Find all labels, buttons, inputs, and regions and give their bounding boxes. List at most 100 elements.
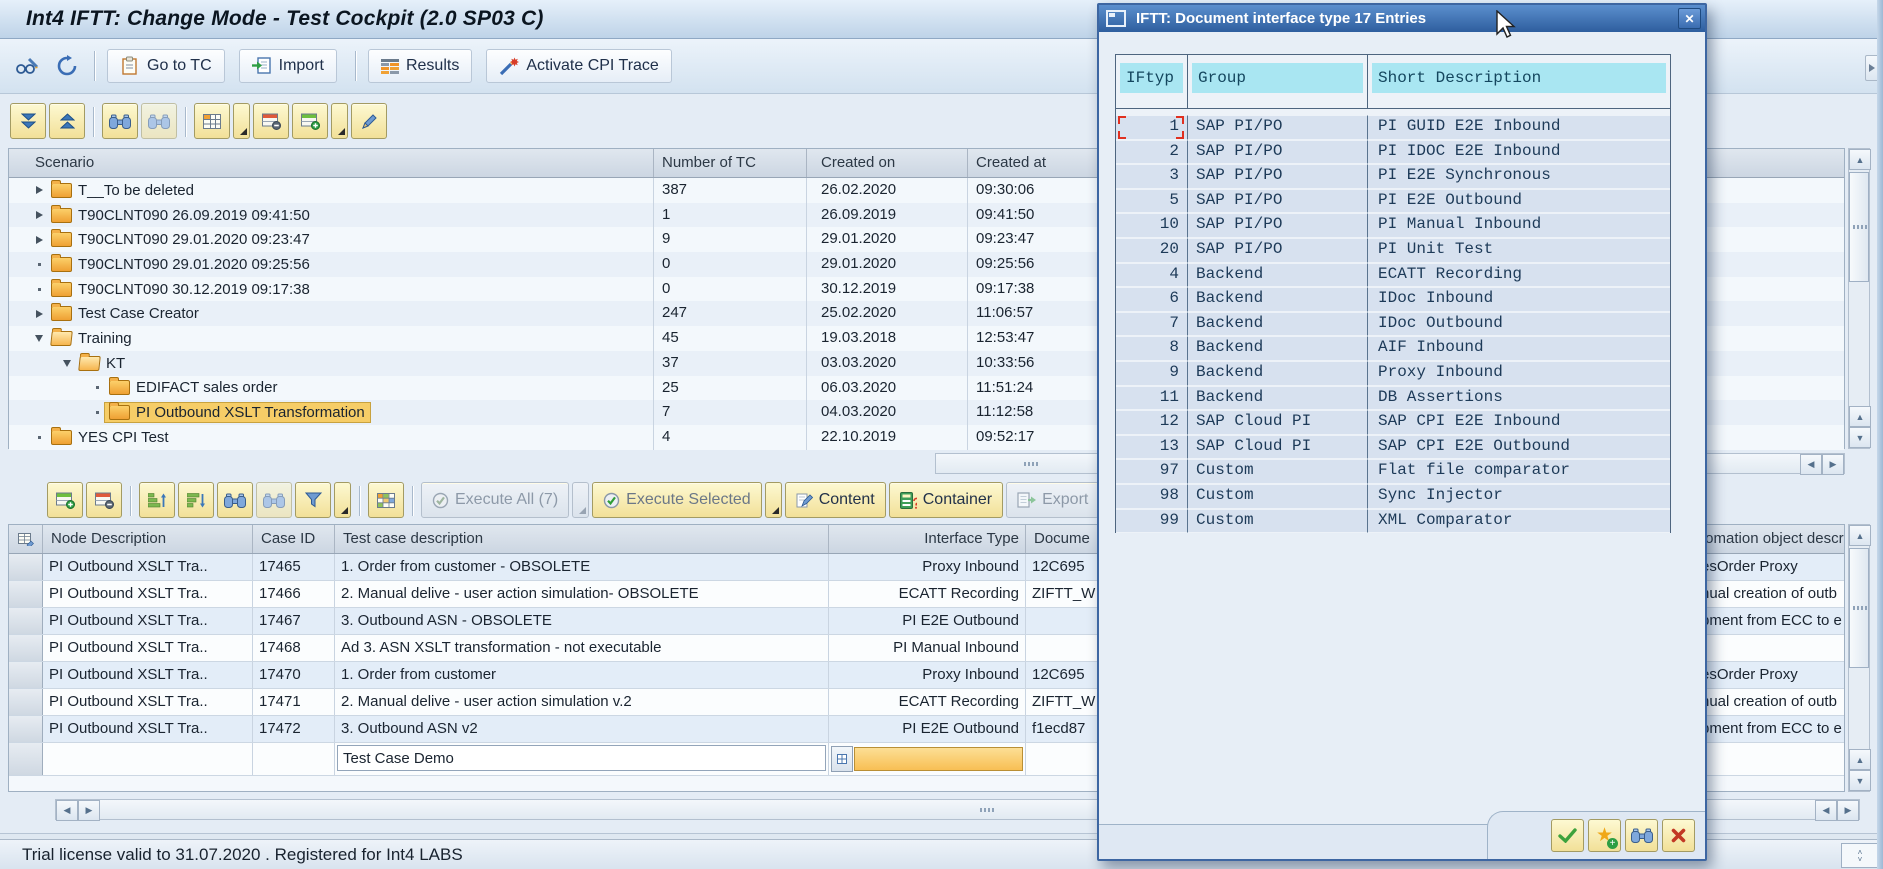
tree-node[interactable]: T__To be deleted: [47, 181, 199, 200]
insert-row-button[interactable]: [47, 482, 83, 518]
interface-type-row[interactable]: 12 SAP Cloud PI SAP CPI E2E Inbound: [1116, 410, 1670, 435]
tree-node[interactable]: T90CLNT090 29.01.2020 09:23:47: [47, 230, 315, 249]
column-header-case-id[interactable]: Case ID: [253, 525, 335, 553]
interface-type-row[interactable]: 6 Backend IDoc Inbound: [1116, 287, 1670, 312]
interface-type-row[interactable]: 10 SAP PI/PO PI Manual Inbound: [1116, 213, 1670, 238]
column-header-node-description[interactable]: Node Description: [43, 525, 253, 553]
interface-type-row[interactable]: 20 SAP PI/PO PI Unit Test: [1116, 238, 1670, 263]
content-button[interactable]: Content: [785, 482, 886, 518]
row-selector[interactable]: [9, 581, 43, 607]
test-case-description-input[interactable]: [337, 745, 826, 771]
column-header-created-on[interactable]: Created on: [807, 149, 968, 177]
scroll-down-button[interactable]: ▼: [1849, 427, 1871, 448]
interface-type-row[interactable]: 2 SAP PI/PO PI IDOC E2E Inbound: [1116, 140, 1670, 165]
tree-node[interactable]: T90CLNT090 30.12.2019 09:17:38: [47, 280, 315, 299]
column-header-automation-object[interactable]: tomation object descr: [1701, 525, 1844, 553]
interface-type-row[interactable]: 98 Custom Sync Injector: [1116, 484, 1670, 509]
column-layout-button[interactable]: [194, 103, 230, 139]
interface-type-row[interactable]: 11 Backend DB Assertions: [1116, 386, 1670, 411]
find-button[interactable]: [102, 103, 138, 139]
execute-all-menu-button[interactable]: [572, 482, 589, 518]
tree-node[interactable]: T90CLNT090 26.09.2019 09:41:50: [47, 206, 315, 225]
row-selector[interactable]: [9, 716, 43, 742]
find-button[interactable]: [217, 482, 253, 518]
tree-node[interactable]: T90CLNT090 29.01.2020 09:25:56: [47, 255, 315, 274]
scroll-page-up-button[interactable]: ▲: [1849, 406, 1871, 427]
tree-node[interactable]: YES CPI Test: [47, 428, 174, 447]
scroll-left-button[interactable]: ◀: [1815, 800, 1837, 821]
tree-expander-icon[interactable]: [31, 310, 47, 318]
column-header-created-at[interactable]: Created at: [968, 149, 1111, 177]
execute-selected-button[interactable]: Execute Selected: [592, 482, 762, 518]
tree-expander-icon[interactable]: [31, 186, 47, 194]
scroll-left-button[interactable]: ◀: [56, 800, 78, 821]
export-button[interactable]: Export: [1006, 482, 1099, 518]
tree-expander-icon[interactable]: [89, 386, 105, 389]
interface-type-row[interactable]: 9 Backend Proxy Inbound: [1116, 361, 1670, 386]
execute-selected-menu-button[interactable]: [765, 482, 782, 518]
continue-button[interactable]: [1551, 819, 1584, 852]
scroll-up-button[interactable]: ▲: [1849, 149, 1871, 170]
scroll-right-button[interactable]: ▶: [1822, 454, 1844, 475]
tree-expander-icon[interactable]: [89, 411, 105, 414]
close-button[interactable]: ✕: [1678, 8, 1701, 29]
edit-button[interactable]: [351, 103, 387, 139]
activate-cpi-trace-button[interactable]: Activate CPI Trace: [486, 49, 672, 83]
scroll-track[interactable]: [1849, 170, 1869, 406]
scroll-thumb[interactable]: [1849, 548, 1869, 668]
column-header-interface-type[interactable]: Interface Type: [829, 525, 1026, 553]
display-change-button[interactable]: [10, 50, 44, 82]
tree-expander-icon[interactable]: [31, 236, 47, 244]
interface-type-row[interactable]: 4 Backend ECATT Recording: [1116, 263, 1670, 288]
filter-menu-button[interactable]: [334, 482, 351, 518]
filter-button[interactable]: [295, 482, 331, 518]
find-button[interactable]: [1625, 819, 1658, 852]
find-next-button[interactable]: [256, 482, 292, 518]
tree-node[interactable]: EDIFACT sales order: [105, 378, 282, 397]
refresh-button[interactable]: [50, 50, 84, 82]
scroll-right-button[interactable]: ▶: [78, 800, 100, 821]
insert-row-button[interactable]: [292, 103, 328, 139]
select-all-header[interactable]: [9, 525, 43, 553]
scroll-thumb[interactable]: [1849, 172, 1869, 282]
cancel-button[interactable]: [1662, 819, 1695, 852]
interface-type-row[interactable]: 1 SAP PI/PO PI GUID E2E Inbound: [1116, 115, 1670, 140]
tree-expander-icon[interactable]: [31, 263, 47, 266]
column-layout-menu-button[interactable]: [233, 103, 250, 139]
tree-expander-icon[interactable]: [31, 436, 47, 439]
expand-all-button[interactable]: [10, 103, 46, 139]
scroll-up-button[interactable]: ▲: [1849, 525, 1871, 546]
interface-type-row[interactable]: 3 SAP PI/PO PI E2E Synchronous: [1116, 164, 1670, 189]
scroll-track[interactable]: [1849, 546, 1869, 749]
column-header-scenario[interactable]: Scenario: [9, 149, 654, 177]
new-entry-button[interactable]: ★ +: [1588, 819, 1621, 852]
status-bar-toggle[interactable]: ˄ ˅: [1841, 843, 1879, 868]
row-selector[interactable]: [9, 608, 43, 634]
insert-row-menu-button[interactable]: [331, 103, 348, 139]
interface-type-row[interactable]: 8 Backend AIF Inbound: [1116, 336, 1670, 361]
tree-node[interactable]: Training: [47, 329, 137, 348]
scroll-page-up-button[interactable]: ▲: [1849, 749, 1871, 770]
interface-type-row[interactable]: 5 SAP PI/PO PI E2E Outbound: [1116, 189, 1670, 214]
find-next-button[interactable]: [141, 103, 177, 139]
interface-type-row[interactable]: 99 Custom XML Comparator: [1116, 509, 1670, 534]
sort-ascending-button[interactable]: [139, 482, 175, 518]
table-settings-button[interactable]: [368, 482, 404, 518]
delete-row-button[interactable]: [86, 482, 122, 518]
interface-type-row[interactable]: 13 SAP Cloud PI SAP CPI E2E Outbound: [1116, 435, 1670, 460]
column-header-test-case-description[interactable]: Test case description: [335, 525, 829, 553]
sort-descending-button[interactable]: [178, 482, 214, 518]
row-selector[interactable]: [9, 662, 43, 688]
interface-type-input[interactable]: [854, 747, 1023, 771]
dialog-title-bar[interactable]: IFTT: Document interface type 17 Entries…: [1099, 5, 1705, 32]
tree-node[interactable]: Test Case Creator: [47, 304, 204, 323]
tree-expander-icon[interactable]: [31, 335, 47, 342]
tree-node[interactable]: PI Outbound XSLT Transformation: [105, 403, 370, 422]
scroll-left-button[interactable]: ◀: [1800, 454, 1822, 475]
tree-node[interactable]: KT: [75, 354, 130, 373]
tree-expander-icon[interactable]: [59, 360, 75, 367]
column-header-number-of-tc[interactable]: Number of TC: [654, 149, 807, 177]
row-selector[interactable]: [9, 689, 43, 715]
import-button[interactable]: Import: [239, 49, 337, 83]
row-selector[interactable]: [9, 743, 43, 775]
